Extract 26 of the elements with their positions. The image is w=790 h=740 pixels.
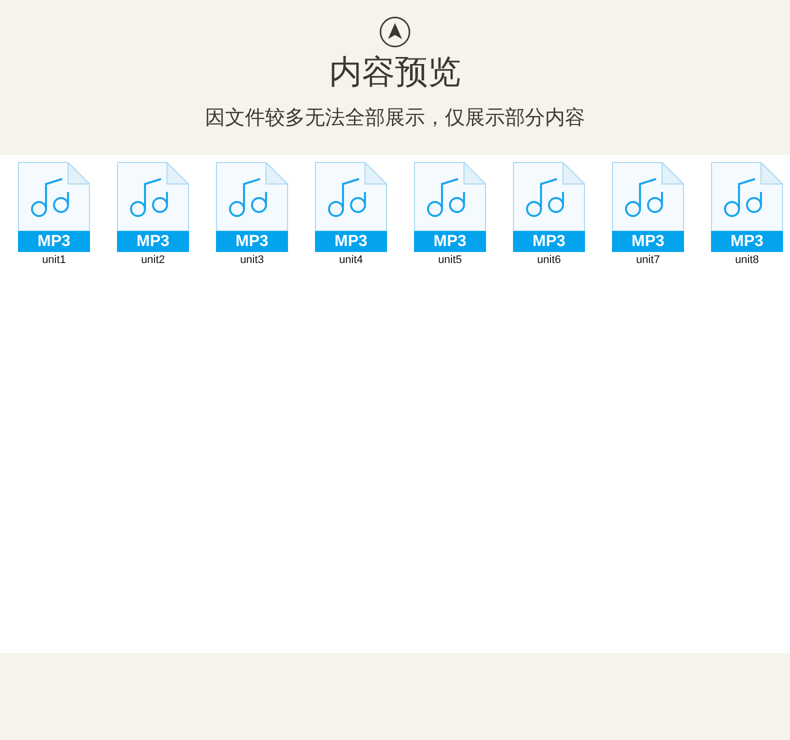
music-note-file-icon	[315, 162, 387, 231]
music-note-file-icon	[612, 162, 684, 231]
file-name[interactable]: unit3	[240, 254, 264, 266]
file-name[interactable]: unit5	[438, 254, 462, 266]
file-type-label: MP3	[216, 231, 288, 252]
music-note-file-icon	[711, 162, 783, 231]
music-note-file-icon	[216, 162, 288, 231]
section-subtitle: 因文件较多无法全部展示，仅展示部分内容	[205, 104, 585, 130]
music-note-file-icon	[117, 162, 189, 231]
file-type-label: MP3	[513, 231, 585, 252]
file-name[interactable]: unit6	[537, 254, 561, 266]
file-type-label: MP3	[117, 231, 189, 252]
file-name[interactable]: unit2	[141, 254, 165, 266]
file-name[interactable]: unit7	[636, 254, 660, 266]
section-title: 内容预览	[329, 52, 461, 92]
file-type-label: MP3	[18, 231, 90, 252]
file-name[interactable]: unit4	[339, 254, 363, 266]
file-name[interactable]: unit8	[735, 254, 759, 266]
music-note-file-icon	[513, 162, 585, 231]
music-note-file-icon	[414, 162, 486, 231]
file-type-label: MP3	[315, 231, 387, 252]
music-note-file-icon	[18, 162, 90, 231]
file-name[interactable]: unit1	[42, 254, 66, 266]
file-type-label: MP3	[711, 231, 783, 252]
file-type-label: MP3	[414, 231, 486, 252]
file-type-label: MP3	[612, 231, 684, 252]
